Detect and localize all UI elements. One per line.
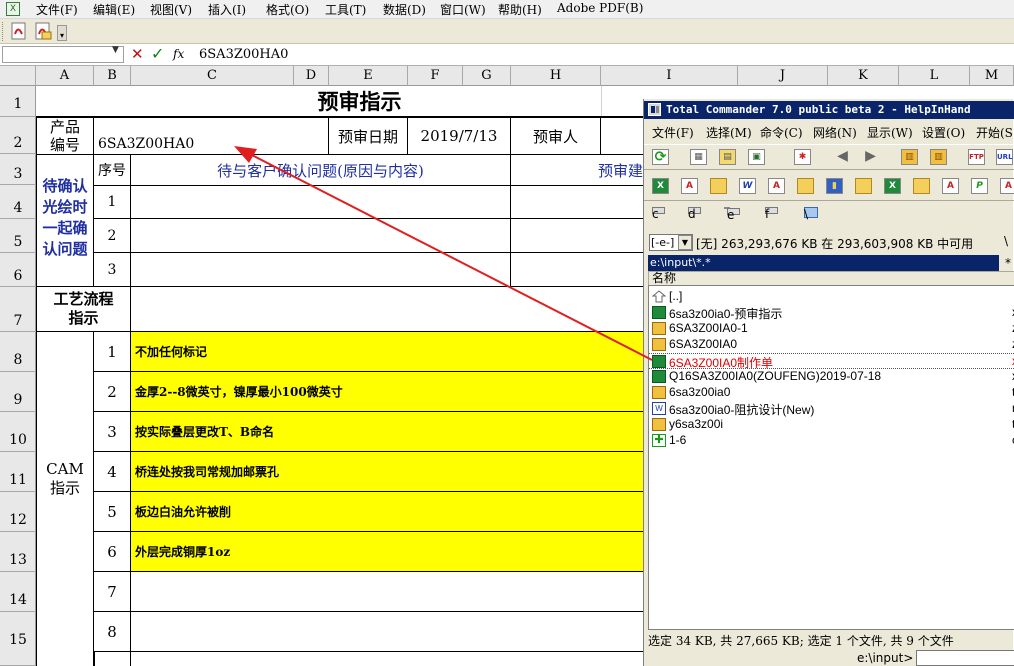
arrow-head [234, 146, 257, 163]
arrow-shaft [241, 149, 653, 361]
red-arrow-annotation [234, 146, 653, 361]
